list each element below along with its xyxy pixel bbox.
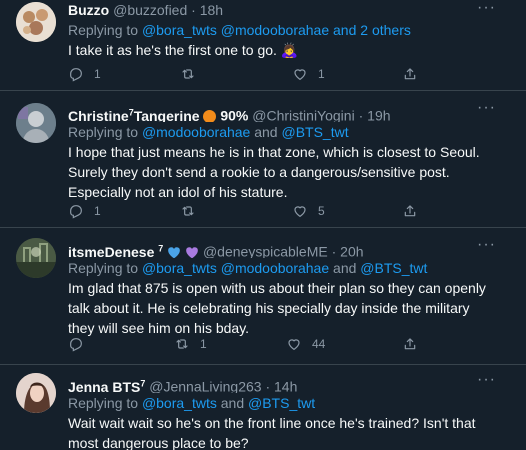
display-name[interactable]: Christine7Tangerine xyxy=(68,107,200,122)
replying-label: Replying to xyxy=(68,395,139,411)
avatar[interactable] xyxy=(16,238,56,278)
user-handle[interactable]: @buzzofied xyxy=(113,2,187,18)
name-badge: 90% xyxy=(220,107,249,122)
reply-button[interactable]: 1 xyxy=(68,202,101,220)
avatar[interactable] xyxy=(16,103,56,143)
tweet-actions: 1 44 xyxy=(68,335,448,353)
tangerine-icon xyxy=(203,109,217,122)
more-icon[interactable]: ··· xyxy=(477,371,496,389)
tweet-header: Christine7Tangerine 90% @ChristiniYogini… xyxy=(68,102,486,122)
like-button[interactable]: 5 xyxy=(292,202,325,220)
mention-link[interactable]: @BTS_twt xyxy=(248,395,315,411)
retweet-button[interactable] xyxy=(180,202,206,220)
like-icon xyxy=(292,203,308,219)
name-text: itsmeDenese xyxy=(68,243,155,258)
timestamp[interactable]: 18h xyxy=(200,2,223,18)
retweet-icon xyxy=(174,336,190,352)
reply-count: 1 xyxy=(94,67,101,81)
tweet-actions: 1 1 xyxy=(68,65,448,83)
name-superscript: 7 xyxy=(158,243,164,253)
and-label: and xyxy=(254,124,278,140)
display-name[interactable]: Jenna BTS7 xyxy=(68,378,146,393)
and-label: and xyxy=(333,260,357,276)
tweet-header: Buzzo @buzzofied · 18h xyxy=(68,0,486,20)
like-button[interactable]: 44 xyxy=(286,335,325,353)
separator-dot: · xyxy=(358,107,364,122)
replying-label: Replying to xyxy=(68,22,139,38)
tweet-text: I take it as he's the first one to go. 🙇… xyxy=(68,42,299,58)
share-button[interactable] xyxy=(402,202,418,220)
display-name[interactable]: itsmeDenese 7 xyxy=(68,243,164,258)
timestamp[interactable]: 14h xyxy=(274,379,297,393)
retweet-count: 1 xyxy=(200,337,207,351)
share-icon xyxy=(402,66,418,82)
tweet-actions: 1 5 xyxy=(68,202,448,220)
avatar[interactable] xyxy=(16,2,56,42)
separator-dot: · xyxy=(191,2,196,18)
more-icon[interactable]: ··· xyxy=(477,0,496,17)
name-superscript: 7 xyxy=(140,378,146,388)
timestamp[interactable]: 20h xyxy=(340,244,363,258)
retweet-button[interactable]: 1 xyxy=(174,335,207,353)
more-icon[interactable]: ··· xyxy=(477,236,496,254)
display-name[interactable]: Buzzo xyxy=(68,2,109,18)
mention-link[interactable]: @modooborahae xyxy=(142,124,250,140)
and-label: and xyxy=(220,395,245,411)
replying-label: Replying to xyxy=(68,124,139,140)
more-icon[interactable]: ··· xyxy=(477,99,496,117)
separator-dot: · xyxy=(265,378,271,393)
separator-dot: · xyxy=(331,243,337,258)
user-handle[interactable]: @JennaLiving263 xyxy=(149,379,261,393)
user-handle[interactable]: @deneyspicableME xyxy=(203,244,328,258)
reply-button[interactable] xyxy=(68,335,94,353)
purple-heart-icon xyxy=(186,246,198,258)
share-button[interactable] xyxy=(402,335,418,353)
replying-to: Replying to @modooborahae and @BTS_twt xyxy=(68,122,486,142)
avatar[interactable] xyxy=(16,373,56,413)
like-count: 44 xyxy=(312,337,326,351)
mention-link[interactable]: @bora_twts @modooborahae xyxy=(142,260,329,276)
name-suffix: Tangerine xyxy=(133,107,200,122)
blue-heart-icon xyxy=(168,246,181,258)
mention-link[interactable]: @bora_twts xyxy=(142,395,217,411)
name-text: Jenna BTS xyxy=(68,378,141,393)
tweet-text: I hope that just means he is in that zon… xyxy=(68,144,480,200)
replying-label: Replying to xyxy=(68,260,139,276)
tweet-header: Jenna BTS7 @JennaLiving263 · 14h xyxy=(68,373,486,393)
reply-feed: Buzzo @buzzofied · 18h Replying to @bora… xyxy=(0,0,526,450)
tweet[interactable]: itsmeDenese 7 @deneyspicableME · 20h Rep… xyxy=(0,228,526,365)
replying-to: Replying to @bora_twts @modooborahae and… xyxy=(68,258,486,278)
tweet-text: Im glad that 875 is open with us about t… xyxy=(68,280,486,336)
tweet[interactable]: Buzzo @buzzofied · 18h Replying to @bora… xyxy=(0,0,526,91)
like-icon xyxy=(292,66,308,82)
share-icon xyxy=(402,336,418,352)
mention-link[interactable]: @BTS_twt xyxy=(360,260,427,276)
mention-link[interactable]: @bora_twts @modooborahae and 2 others xyxy=(142,22,411,38)
tweet[interactable]: Christine7Tangerine 90% @ChristiniYogini… xyxy=(0,91,526,228)
share-button[interactable] xyxy=(402,65,418,83)
reply-count: 1 xyxy=(94,204,101,218)
like-count: 1 xyxy=(318,67,325,81)
name-text: Christine xyxy=(68,107,129,122)
replying-to: Replying to @bora_twts @modooborahae and… xyxy=(68,20,486,40)
replying-to: Replying to @bora_twts and @BTS_twt xyxy=(68,393,486,413)
like-button[interactable]: 1 xyxy=(292,65,325,83)
tweet-header: itsmeDenese 7 @deneyspicableME · 20h xyxy=(68,238,486,258)
tweet-text: Wait wait wait so he's on the front line… xyxy=(68,415,476,450)
retweet-button[interactable] xyxy=(180,65,206,83)
tweet[interactable]: Jenna BTS7 @JennaLiving263 · 14h Replyin… xyxy=(0,365,526,450)
like-count: 5 xyxy=(318,204,325,218)
reply-button[interactable]: 1 xyxy=(68,65,101,83)
reply-icon xyxy=(68,336,84,352)
share-icon xyxy=(402,203,418,219)
timestamp[interactable]: 19h xyxy=(367,108,390,122)
retweet-icon xyxy=(180,66,196,82)
user-handle[interactable]: @ChristiniYogini xyxy=(252,108,354,122)
retweet-icon xyxy=(180,203,196,219)
like-icon xyxy=(286,336,302,352)
reply-icon xyxy=(68,66,84,82)
reply-icon xyxy=(68,203,84,219)
mention-link[interactable]: @BTS_twt xyxy=(281,124,348,140)
